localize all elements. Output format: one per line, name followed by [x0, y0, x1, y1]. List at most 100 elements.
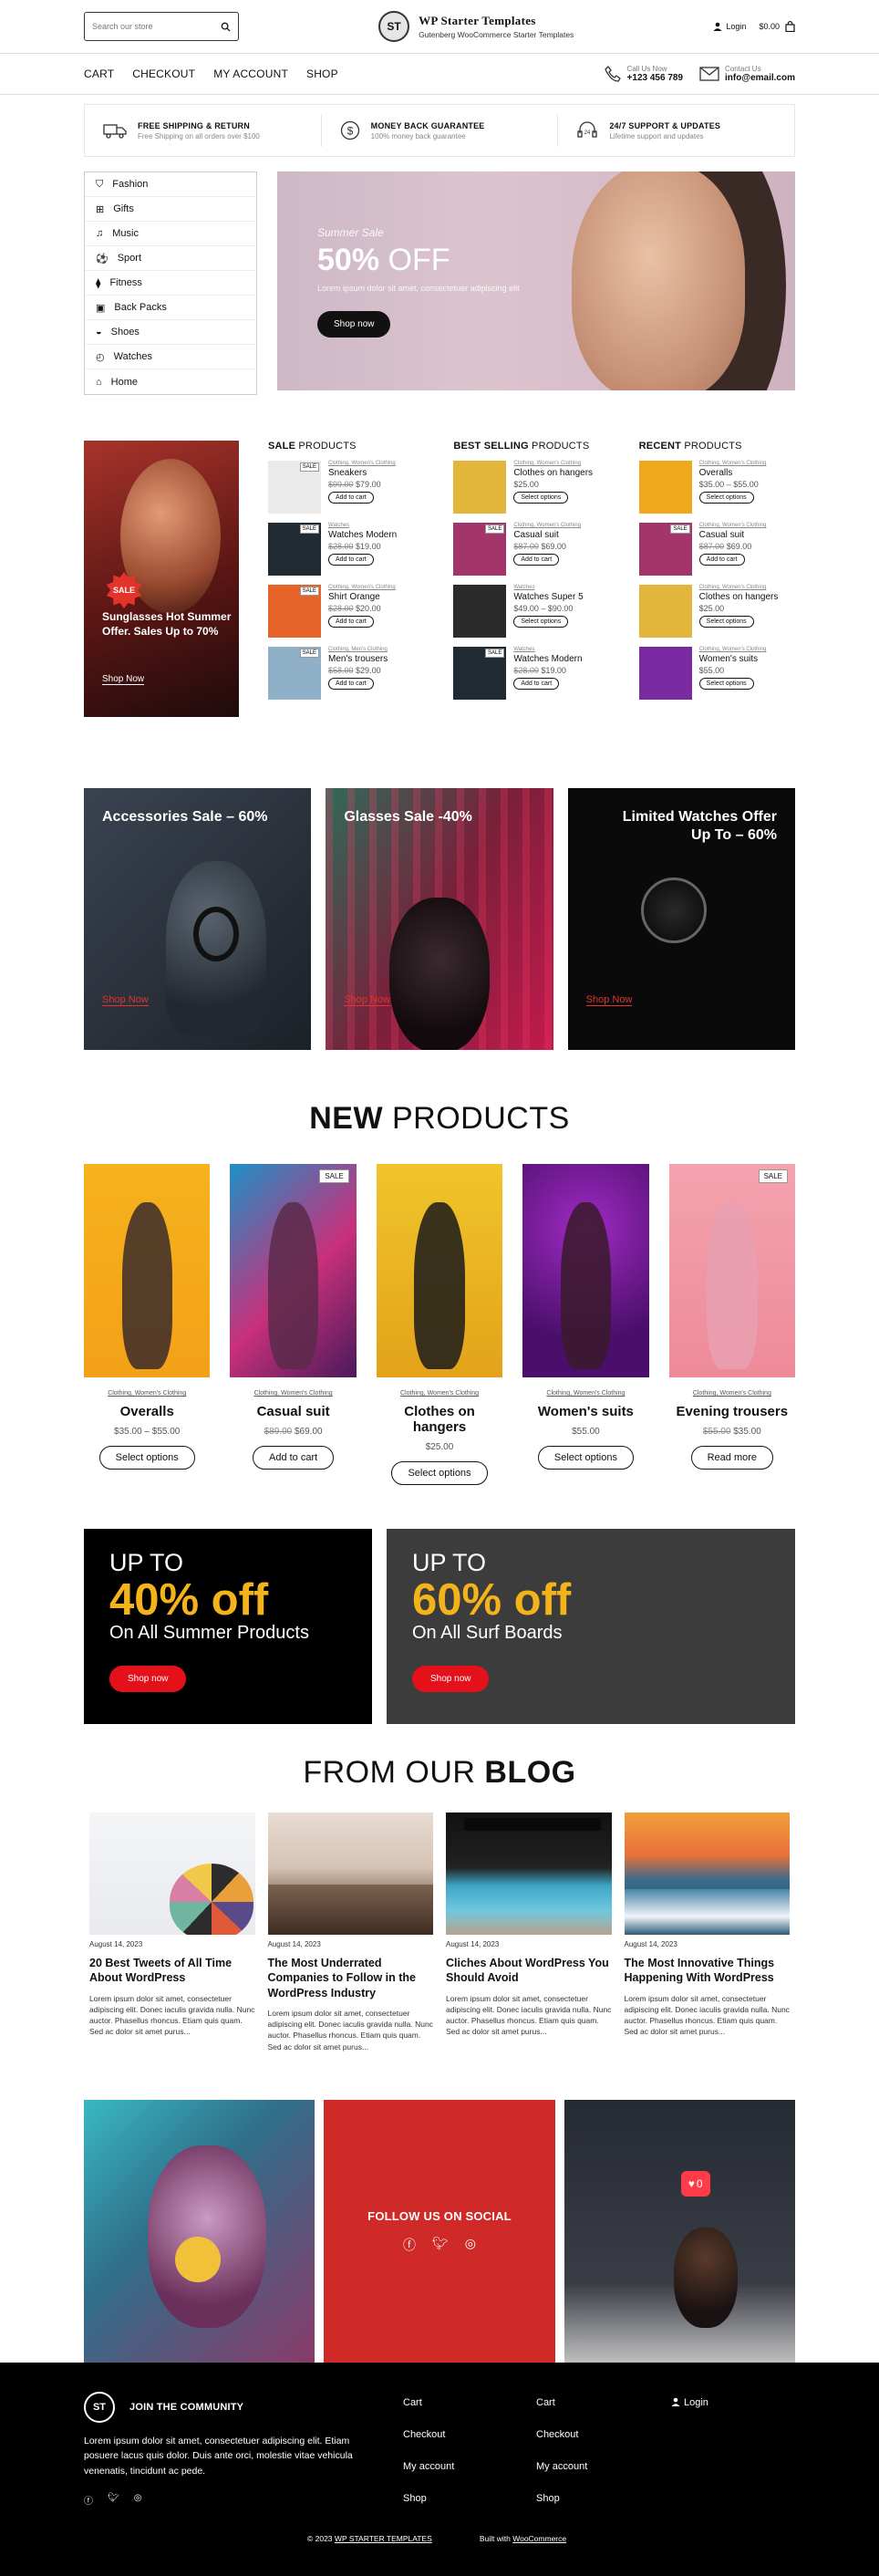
product-thumbnail[interactable]: SALE: [268, 461, 321, 514]
product-thumbnail[interactable]: [453, 585, 507, 638]
category-music[interactable]: ♫ Music: [85, 222, 256, 246]
product-category[interactable]: Clothing, Women's Clothing: [513, 523, 581, 528]
sunglasses-promo[interactable]: SALE Sunglasses Hot Summer Offer. Sales …: [84, 441, 239, 717]
category-home[interactable]: ⌂ Home: [85, 369, 256, 394]
offer-accessories[interactable]: Accessories Sale – 60% Shop Now: [84, 788, 312, 1050]
product-button[interactable]: Select options: [513, 616, 569, 628]
product-button[interactable]: Select options: [698, 616, 754, 628]
list-item[interactable]: SALE Clothing, Women's Clothing Casual s…: [638, 523, 795, 585]
product-button[interactable]: Select options: [391, 1461, 488, 1485]
post-image[interactable]: [624, 1813, 790, 1935]
login-link[interactable]: Login: [713, 22, 746, 31]
product-button[interactable]: Add to cart: [328, 554, 374, 566]
product-button[interactable]: Add to cart: [513, 678, 560, 690]
footer-login[interactable]: Login: [671, 2397, 708, 2429]
phone-number[interactable]: +123 456 789: [627, 73, 683, 83]
footer-link-my-account[interactable]: My account: [403, 2461, 454, 2493]
product-thumbnail[interactable]: SALE: [453, 523, 507, 576]
hero-shop-now-button[interactable]: Shop now: [317, 311, 391, 338]
product-button[interactable]: Select options: [537, 1446, 634, 1470]
summer-products-banner[interactable]: UP TO 40% off On All Summer Products Sho…: [84, 1529, 372, 1724]
post-title[interactable]: The Most Underrated Companies to Follow …: [268, 1956, 434, 2000]
nav-my-account[interactable]: MY ACCOUNT: [213, 68, 288, 80]
offer-shop-now-link[interactable]: Shop Now: [102, 994, 149, 1006]
surf-boards-banner[interactable]: UP TO 60% off On All Surf Boards Shop no…: [387, 1529, 795, 1724]
woocommerce-link[interactable]: WooCommerce: [512, 2534, 566, 2543]
product-thumbnail[interactable]: [638, 461, 692, 514]
offer-shop-now-link[interactable]: Shop Now: [585, 994, 633, 1006]
product-card[interactable]: Clothing, Women's Clothing Clothes on ha…: [376, 1164, 503, 1485]
list-item[interactable]: Clothing, Women's Clothing Clothes on ha…: [638, 585, 795, 647]
product-category[interactable]: Watches: [328, 523, 397, 528]
product-thumbnail[interactable]: SALE: [268, 523, 321, 576]
product-thumbnail[interactable]: [638, 585, 692, 638]
product-thumbnail[interactable]: SALE: [638, 523, 692, 576]
product-thumbnail[interactable]: SALE: [453, 647, 507, 700]
bag-icon[interactable]: [785, 21, 795, 32]
product-category[interactable]: Clothing, Women's Clothing: [230, 1390, 356, 1397]
blog-post[interactable]: August 14, 2023 The Most Underrated Comp…: [267, 1813, 434, 2052]
product-card[interactable]: SALE Clothing, Women's Clothing Casual s…: [230, 1164, 357, 1485]
product-category[interactable]: Clothing, Women's Clothing: [699, 647, 767, 652]
list-item[interactable]: SALE Clothing, Women's Clothing Sneakers…: [268, 461, 424, 523]
email-address[interactable]: info@email.com: [725, 73, 795, 83]
nav-shop[interactable]: SHOP: [306, 68, 338, 80]
product-thumbnail[interactable]: [453, 461, 507, 514]
product-name[interactable]: Watches Super 5: [513, 592, 583, 602]
product-name[interactable]: Women's suits: [699, 654, 767, 664]
footer-link-cart[interactable]: Cart: [403, 2397, 454, 2429]
list-item[interactable]: Clothing, Women's Clothing Overalls $35.…: [638, 461, 795, 523]
offer-glasses[interactable]: Glasses Sale -40% Shop Now: [326, 788, 553, 1050]
category-gifts[interactable]: ⊞ Gifts: [85, 197, 256, 222]
product-category[interactable]: Clothing, Women's Clothing: [84, 1390, 210, 1397]
product-button[interactable]: Select options: [513, 492, 569, 504]
footer-link-shop[interactable]: Shop: [536, 2493, 587, 2525]
offer-shop-now-link[interactable]: Shop Now: [344, 994, 391, 1006]
product-card[interactable]: Clothing, Women's Clothing Women's suits…: [522, 1164, 649, 1485]
instagram-icon[interactable]: ◎: [134, 2493, 142, 2507]
product-button[interactable]: Add to cart: [328, 678, 374, 690]
product-button[interactable]: Add to cart: [698, 554, 745, 566]
product-name[interactable]: Clothes on hangers: [699, 592, 779, 602]
list-item[interactable]: SALE Clothing, Men's Clothing Men's trou…: [268, 647, 424, 709]
banner-shop-now-button[interactable]: Shop now: [109, 1666, 187, 1693]
product-button[interactable]: Select options: [698, 492, 754, 504]
product-name[interactable]: Watches Modern: [513, 654, 582, 664]
product-category[interactable]: Clothing, Women's Clothing: [328, 585, 396, 590]
brand-title[interactable]: WP Starter Templates: [419, 14, 574, 28]
product-card[interactable]: SALE Clothing, Women's Clothing Evening …: [668, 1164, 796, 1485]
search-input[interactable]: Search our store: [92, 22, 153, 31]
product-name[interactable]: Clothes on hangers: [377, 1404, 502, 1435]
email-contact[interactable]: Contact Us info@email.com: [699, 65, 795, 83]
product-name[interactable]: Women's suits: [522, 1404, 648, 1419]
list-item[interactable]: Clothing, Women's Clothing Women's suits…: [638, 647, 795, 709]
product-category[interactable]: Clothing, Men's Clothing: [328, 647, 388, 652]
phone-contact[interactable]: Call Us Now +123 456 789: [604, 65, 683, 83]
product-name[interactable]: Clothes on hangers: [513, 468, 593, 478]
blog-post[interactable]: August 14, 2023 The Most Innovative Thin…: [624, 1813, 790, 2052]
search-icon[interactable]: [221, 22, 231, 32]
search-box[interactable]: Search our store: [84, 12, 239, 41]
nav-cart[interactable]: CART: [84, 68, 114, 80]
twitter-icon[interactable]: 🐦︎: [432, 2236, 449, 2254]
category-watches[interactable]: ◴ Watches: [85, 345, 256, 369]
product-thumbnail[interactable]: SALE: [268, 647, 321, 700]
product-name[interactable]: Watches Modern: [328, 530, 397, 540]
product-category[interactable]: Clothing, Women's Clothing: [699, 461, 767, 466]
product-card[interactable]: Clothing, Women's Clothing Overalls $35.…: [84, 1164, 211, 1485]
product-name[interactable]: Shirt Orange: [328, 592, 396, 602]
product-category[interactable]: Clothing, Women's Clothing: [699, 585, 779, 590]
nav-checkout[interactable]: CHECKOUT: [132, 68, 195, 80]
logo[interactable]: ST: [378, 11, 410, 42]
product-name[interactable]: Casual suit: [699, 530, 767, 540]
product-name[interactable]: Overalls: [84, 1404, 210, 1419]
product-name[interactable]: Evening trousers: [669, 1404, 795, 1419]
product-name[interactable]: Casual suit: [230, 1404, 356, 1419]
facebook-icon[interactable]: ⓕ: [84, 2493, 93, 2507]
product-image[interactable]: [522, 1164, 649, 1377]
product-category[interactable]: Watches: [513, 647, 582, 652]
product-category[interactable]: Clothing, Women's Clothing: [377, 1390, 502, 1397]
product-category[interactable]: Clothing, Women's Clothing: [328, 461, 396, 466]
footer-link-checkout[interactable]: Checkout: [536, 2429, 587, 2461]
category-shoes[interactable]: ◒ Shoes: [85, 320, 256, 345]
